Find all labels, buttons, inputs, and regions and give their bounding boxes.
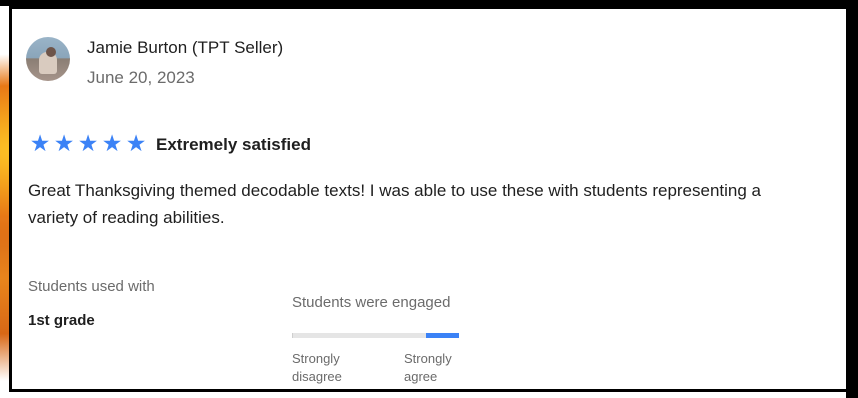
scale-low-line1: Strongly xyxy=(292,351,340,366)
star-icon: ★ xyxy=(77,131,99,157)
reviewer-info: Jamie Burton (TPT Seller) June 20, 2023 xyxy=(87,37,283,89)
students-used-with-label: Students used with xyxy=(28,278,155,295)
star-rating: ★ ★ ★ ★ ★ xyxy=(28,133,148,156)
students-used-with-value: 1st grade xyxy=(28,312,95,329)
scale-low-label: Strongly disagree xyxy=(292,350,362,386)
star-icon: ★ xyxy=(29,131,51,157)
star-icon: ★ xyxy=(101,131,123,157)
reviewer-header: Jamie Burton (TPT Seller) June 20, 2023 xyxy=(26,35,283,89)
engagement-title: Students were engaged xyxy=(292,294,451,311)
review-card: Jamie Burton (TPT Seller) June 20, 2023 … xyxy=(9,6,849,392)
engagement-scale: Students were engaged Strongly disagree … xyxy=(292,293,492,389)
star-icon: ★ xyxy=(125,131,147,157)
avatar[interactable] xyxy=(26,37,70,81)
engagement-track xyxy=(292,333,459,338)
scale-high-line2: agree xyxy=(404,369,438,384)
engagement-scale-labels: Strongly disagree Strongly agree xyxy=(292,350,492,389)
rating-row: ★ ★ ★ ★ ★ Extremely satisfied xyxy=(28,133,311,156)
avatar-head xyxy=(46,47,56,57)
engagement-level-fill xyxy=(425,333,459,338)
review-date: June 20, 2023 xyxy=(87,68,195,87)
review-text: Great Thanksgiving themed decodable text… xyxy=(28,181,762,227)
reviewer-name[interactable]: Jamie Burton (TPT Seller) xyxy=(87,37,283,59)
scale-high-line1: Strongly xyxy=(404,351,452,366)
scale-low-line2: disagree xyxy=(292,369,342,384)
scale-high-label: Strongly agree xyxy=(404,350,474,386)
students-used-with: Students used with 1st grade xyxy=(28,277,155,331)
screenshot-stage: Jamie Burton (TPT Seller) June 20, 2023 … xyxy=(0,0,858,398)
star-icon: ★ xyxy=(53,131,75,157)
rating-label: Extremely satisfied xyxy=(156,134,311,154)
